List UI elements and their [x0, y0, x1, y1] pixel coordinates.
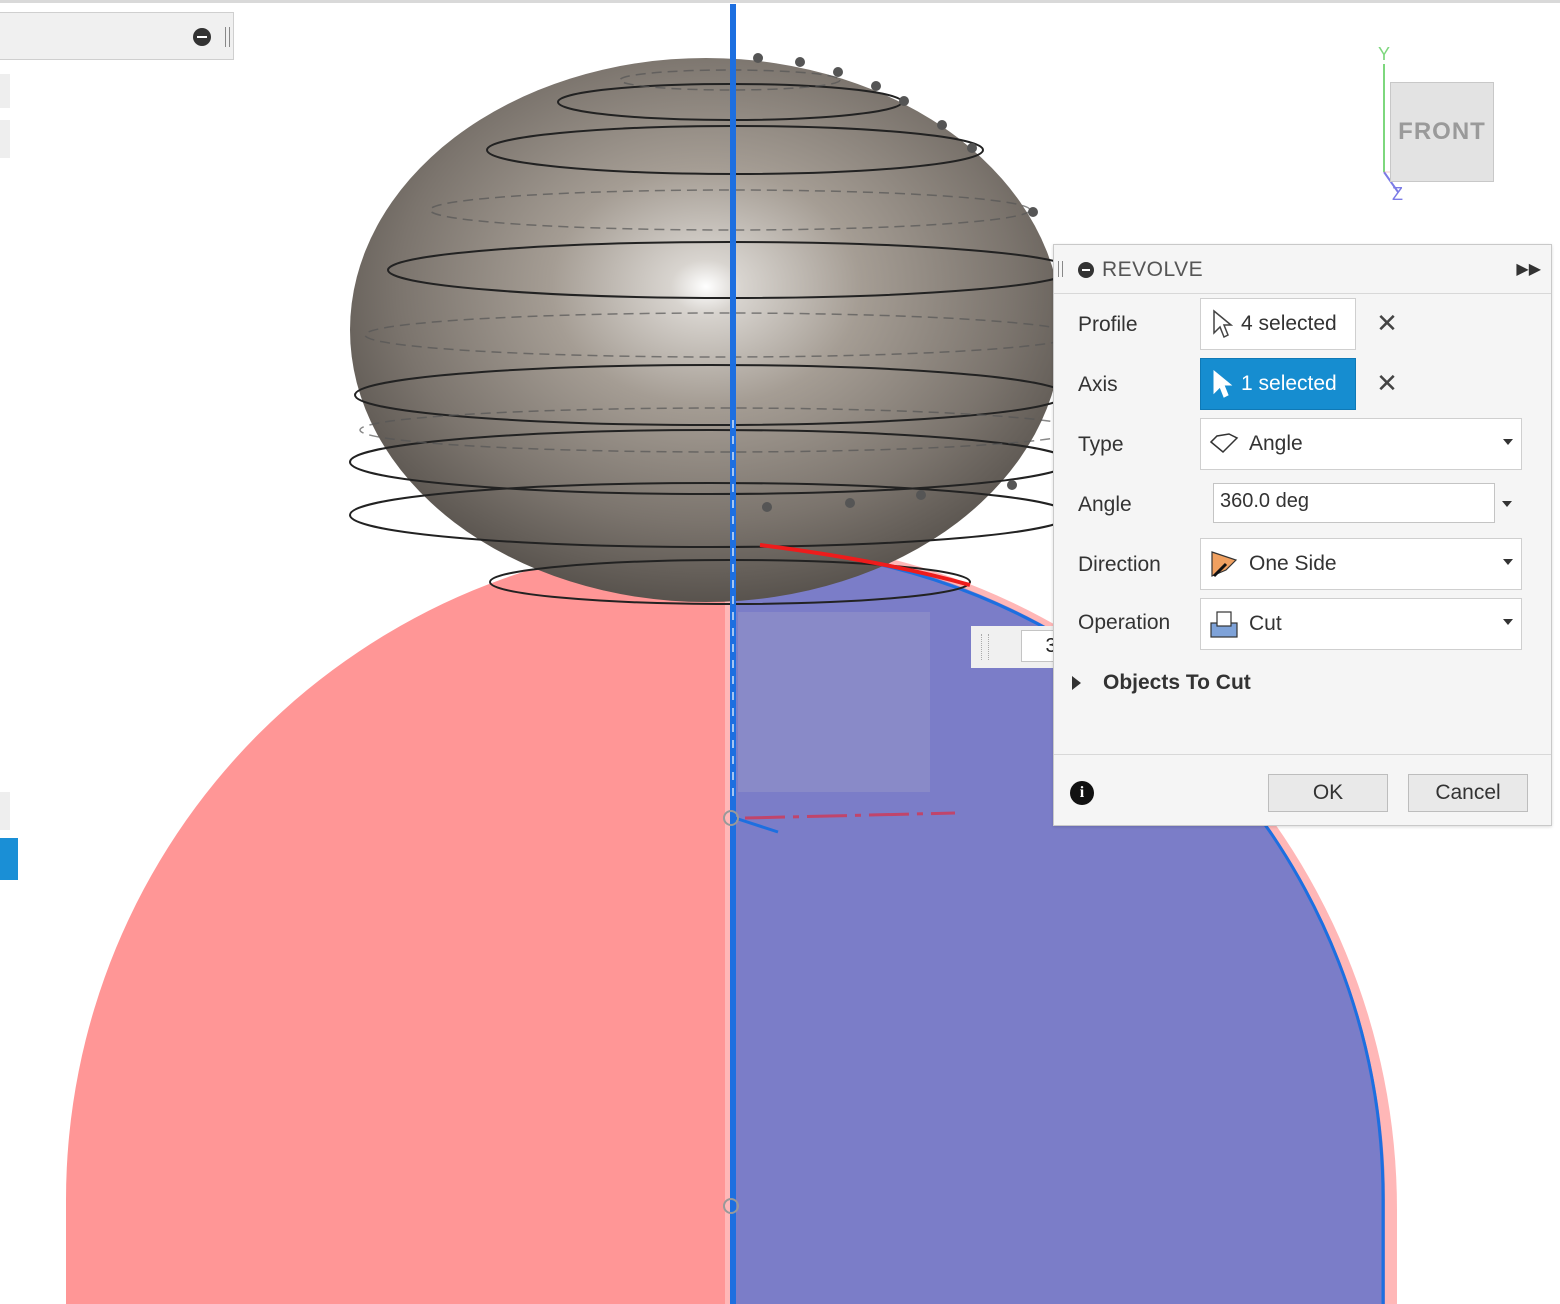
type-dropdown[interactable]: Angle [1200, 418, 1522, 470]
info-icon[interactable]: i [1070, 781, 1094, 805]
translucent-preview [738, 612, 930, 792]
revolve-dialog: REVOLVE ▶▶ Profile 4 selected ✕ Axis 1 s… [1053, 244, 1552, 826]
objects-to-cut-label: Objects To Cut [1103, 671, 1251, 694]
cancel-button[interactable]: Cancel [1408, 774, 1528, 812]
direction-label: Direction [1078, 553, 1161, 576]
direction-value: One Side [1249, 552, 1337, 575]
dialog-title: REVOLVE [1102, 258, 1204, 281]
drag-grip-icon[interactable] [1058, 261, 1063, 277]
cursor-arrow-icon [1213, 369, 1233, 398]
operation-dropdown[interactable]: Cut [1200, 598, 1522, 650]
direction-dropdown[interactable]: One Side [1200, 538, 1522, 590]
profile-select-button[interactable]: 4 selected [1200, 298, 1356, 350]
profile-clear-icon[interactable]: ✕ [1372, 308, 1402, 339]
view-cube-front-face[interactable]: FRONT [1390, 82, 1494, 182]
type-label: Type [1078, 433, 1124, 456]
view-cube[interactable]: Y Z FRONT [1366, 44, 1516, 204]
chevron-down-icon [1503, 619, 1513, 625]
browser-stub [0, 792, 10, 830]
one-side-direction-icon [1207, 547, 1241, 581]
axis-z-label: Z [1392, 184, 1403, 204]
angle-input[interactable]: 360.0 deg [1213, 483, 1495, 523]
axis-y-label: Y [1378, 44, 1390, 64]
axis-value: 1 selected [1241, 372, 1337, 395]
expand-icon[interactable]: ▶▶ [1516, 259, 1541, 279]
chevron-down-icon[interactable] [1502, 501, 1512, 507]
dialog-footer: i OK Cancel [1054, 754, 1551, 828]
canvas-viewport[interactable]: Y Z FRONT 360.0 deg REVOLVE ▶▶ Profile 4… [0, 0, 1560, 1304]
cursor-arrow-icon [1213, 309, 1233, 339]
axis-label: Axis [1078, 373, 1118, 396]
axis-select-button[interactable]: 1 selected [1200, 358, 1356, 410]
browser-stub [0, 74, 10, 108]
angle-type-icon [1207, 427, 1241, 461]
browser-selected-item[interactable] [0, 838, 18, 880]
chevron-down-icon [1503, 439, 1513, 445]
panel-grip-icon[interactable] [225, 27, 230, 47]
profile-region-left[interactable] [66, 540, 725, 1304]
expand-triangle-icon [1072, 676, 1081, 690]
browser-panel-header [0, 12, 234, 60]
browser-stub [0, 120, 10, 158]
type-value: Angle [1249, 432, 1303, 455]
drag-grip-icon[interactable] [981, 634, 989, 660]
ok-button[interactable]: OK [1268, 774, 1388, 812]
cut-operation-icon [1207, 607, 1241, 641]
angle-label: Angle [1078, 493, 1132, 516]
objects-to-cut-toggle[interactable]: Objects To Cut [1072, 671, 1251, 695]
dialog-header[interactable]: REVOLVE ▶▶ [1054, 245, 1551, 294]
profile-label: Profile [1078, 313, 1138, 336]
collapse-icon[interactable] [193, 28, 211, 46]
chevron-down-icon [1503, 559, 1513, 565]
operation-label: Operation [1078, 611, 1171, 633]
profile-value: 4 selected [1241, 312, 1337, 335]
axis-clear-icon[interactable]: ✕ [1372, 368, 1402, 399]
collapse-icon[interactable] [1078, 262, 1094, 278]
operation-value: Cut [1249, 612, 1282, 635]
